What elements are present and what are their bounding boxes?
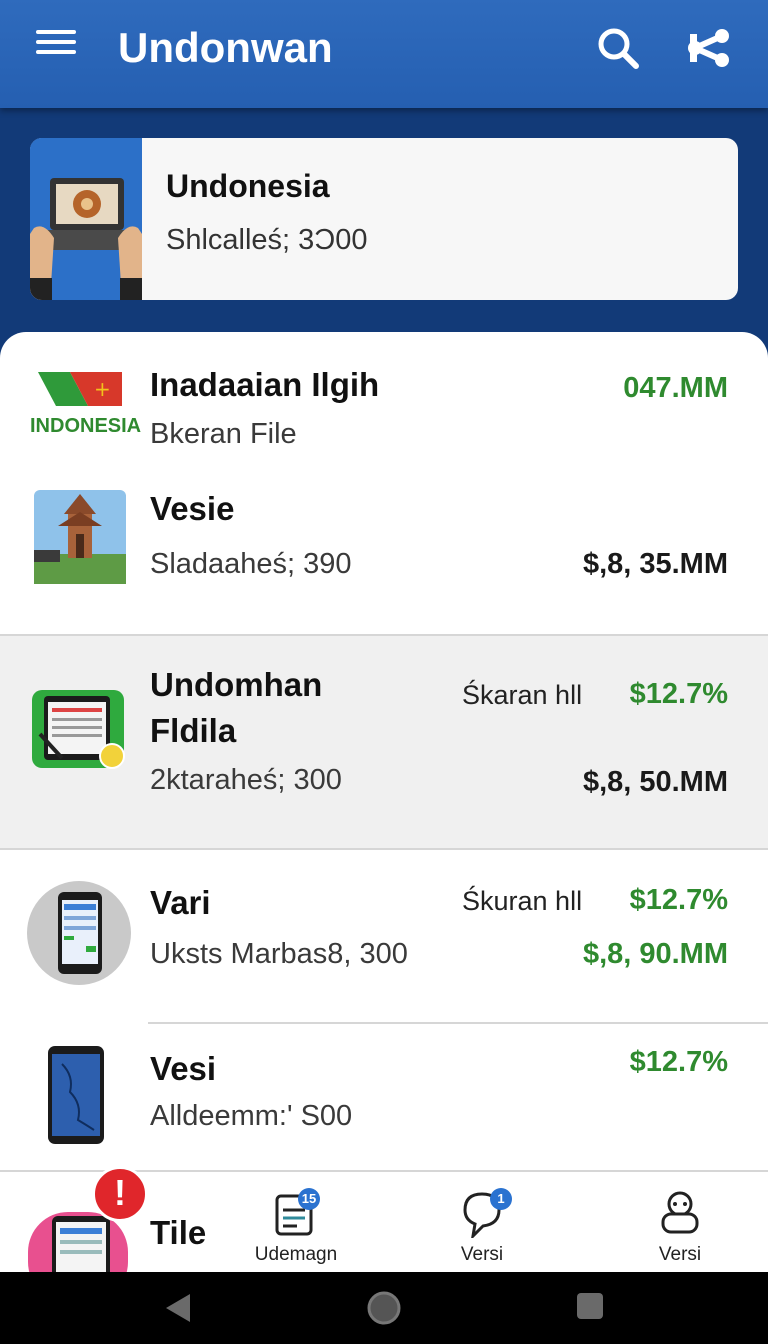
- item-title: Vesi: [150, 1050, 217, 1087]
- nav-item-versi-2[interactable]: Versi: [620, 1188, 740, 1272]
- nav-label: Versi: [460, 1244, 504, 1265]
- back-icon[interactable]: [164, 1292, 192, 1324]
- list-item[interactable]: + INDONESIA Inadaaian Ilgih Bkeran File …: [0, 332, 768, 456]
- item-title: Vesie: [150, 490, 235, 527]
- system-nav-bar: [0, 1272, 768, 1344]
- promo-subtitle: Shlcalleś; 3Ͻ00: [166, 224, 368, 256]
- list-item[interactable]: Vesi Alldeemm:' S00 $12.7%: [0, 1024, 768, 1170]
- phone-app-icon: [27, 881, 131, 985]
- item-label: Śkaran hll: [462, 680, 583, 710]
- app-title: Undonwan: [118, 24, 333, 71]
- list-item[interactable]: Vari Uksts Marbas8, 300 Śkuran hll $12.7…: [0, 850, 768, 1020]
- item-title: Inadaaian Ilgih: [150, 366, 380, 403]
- temple-photo: [34, 490, 126, 584]
- promo-card[interactable]: Undonesia Shlcalleś; 3Ͻ00: [30, 138, 738, 300]
- notification-badge: 1: [490, 1188, 512, 1210]
- indonesia-logo: + INDONESIA: [30, 370, 142, 438]
- nav-label: Udemagn: [254, 1244, 338, 1265]
- alert-icon[interactable]: !: [92, 1166, 148, 1222]
- share-icon[interactable]: [686, 28, 732, 68]
- app-bar: Undonwan: [0, 0, 768, 108]
- item-value: $,8, 90.MM: [582, 938, 728, 970]
- recents-icon[interactable]: [576, 1292, 604, 1320]
- item-percent: $12.7%: [629, 678, 728, 710]
- list-item[interactable]: Undomhan Fldila 2ktaraheś; 300 Śkaran hl…: [0, 636, 768, 850]
- phone-map-icon: [48, 1046, 104, 1144]
- item-value: 047.MM: [623, 372, 728, 404]
- item-value: $,8, 35.MM: [582, 548, 728, 580]
- item-title-line2: Fldila: [150, 712, 237, 749]
- home-icon[interactable]: [366, 1290, 402, 1326]
- item-subtitle: 2ktaraheś; 300: [150, 764, 342, 796]
- logo-text: INDONESIA: [30, 415, 142, 437]
- item-list: + INDONESIA Inadaaian Ilgih Bkeran File …: [0, 332, 768, 1272]
- nav-item-versi[interactable]: 1 Versi: [422, 1188, 542, 1272]
- tablet-app-icon: [32, 690, 125, 769]
- promo-title: Undonesia: [166, 168, 330, 204]
- list-item[interactable]: Vesie Sladaaheś; 390 $,8, 35.MM: [0, 456, 768, 634]
- item-value: $,8, 50.MM: [582, 766, 728, 798]
- laptop-hands-image: [30, 138, 142, 300]
- item-subtitle: Alldeemm:' S00: [150, 1100, 353, 1132]
- item-subtitle: Sladaaheś; 390: [150, 548, 352, 580]
- nav-label: Versi: [658, 1244, 702, 1265]
- item-label: Śkuran hll: [462, 886, 583, 916]
- search-icon[interactable]: [596, 26, 640, 70]
- item-subtitle: Bkeran File: [150, 418, 297, 450]
- item-title: Vari: [150, 884, 211, 921]
- item-percent: $12.7%: [629, 884, 728, 916]
- flag-swoosh-icon: +: [38, 372, 122, 406]
- item-title: Undomhan: [150, 666, 323, 703]
- item-percent: $12.7%: [629, 1046, 728, 1078]
- item-subtitle: Uksts Marbas8, 300: [150, 938, 408, 970]
- hamburger-menu-icon[interactable]: [36, 30, 76, 64]
- robot-icon: [661, 1191, 699, 1234]
- notification-badge: 15: [298, 1188, 320, 1210]
- nav-item-udemagn[interactable]: 15 Udemagn: [236, 1188, 356, 1272]
- svg-text:+: +: [94, 377, 111, 401]
